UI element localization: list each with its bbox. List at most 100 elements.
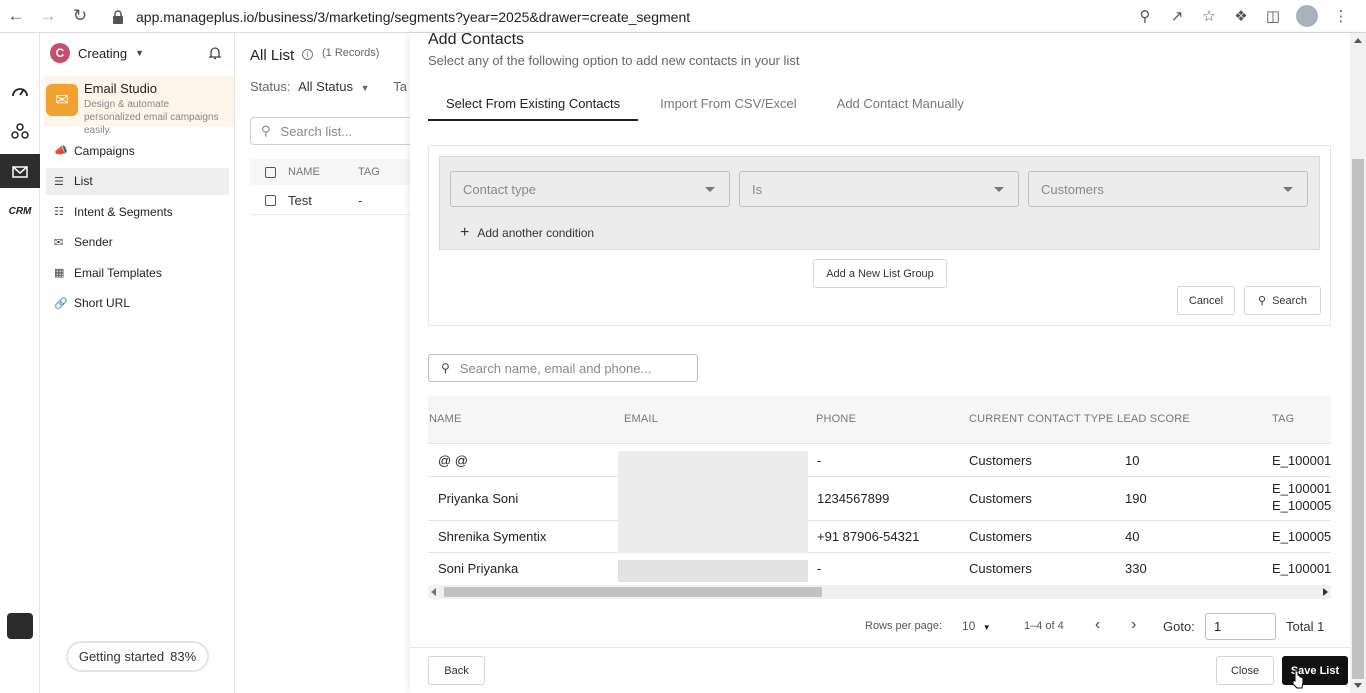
status-filter[interactable]: Status: All Status ▼ Ta <box>250 79 407 94</box>
vertical-scrollbar[interactable] <box>1350 33 1366 693</box>
next-page-icon[interactable]: › <box>1131 616 1136 634</box>
add-contacts-drawer: Add Contacts Select any of the following… <box>410 33 1366 693</box>
cell-name: Soni Priyanka <box>438 561 519 576</box>
profile-avatar[interactable] <box>1296 5 1318 27</box>
sidebar-item-list[interactable]: ☰ List <box>46 167 229 195</box>
sidebar-item-email-templates[interactable]: ▦ Email Templates <box>46 259 229 286</box>
column-tag[interactable]: TAG <box>1272 413 1294 425</box>
scrollbar-thumb[interactable] <box>1352 159 1364 679</box>
getting-started-button[interactable]: Getting started 83% <box>66 641 209 672</box>
browser-toolbar: ← → ↻ app.manageplus.io/business/3/marke… <box>0 0 1366 33</box>
close-button[interactable]: Close <box>1216 656 1274 685</box>
table-row[interactable]: Priyanka Soni 1234567899 Customers 190 E… <box>428 477 1331 521</box>
tag-filter[interactable]: Ta <box>393 79 407 94</box>
caret-down-icon <box>705 187 715 192</box>
rows-per-page-select[interactable]: 10 ▼ <box>962 619 991 633</box>
app-icon-rail: CRM <box>0 33 40 693</box>
workspace-name: Creating <box>78 45 128 61</box>
cell-phone: 1234567899 <box>817 491 890 506</box>
previous-page-icon[interactable]: ‹ <box>1095 616 1100 634</box>
column-name[interactable]: NAME <box>429 413 462 425</box>
select-all-checkbox[interactable] <box>265 166 276 178</box>
extensions-icon[interactable]: ❖ <box>1232 4 1250 28</box>
cell-tag: E_100001, <box>1272 481 1331 496</box>
tab-existing-contacts[interactable]: Select From Existing Contacts <box>428 90 639 121</box>
cell-contact-type: Customers <box>969 491 1032 506</box>
cell-tag-second: E_100005 <box>1272 498 1331 513</box>
reload-icon[interactable]: ↻ <box>64 0 96 32</box>
column-lead-score[interactable]: LEAD SCORE <box>1117 413 1190 425</box>
scroll-down-icon[interactable] <box>1354 683 1362 688</box>
redacted-email <box>618 477 808 521</box>
sidebar-item-label: Short URL <box>74 296 131 310</box>
horizontal-scrollbar[interactable] <box>428 585 1331 599</box>
select-placeholder: Customers <box>1041 181 1104 197</box>
cell-contact-type: Customers <box>969 529 1032 544</box>
sidebar-toggle-icon[interactable]: ◫ <box>1264 4 1282 28</box>
sidebar-item-label: Email Templates <box>74 265 162 280</box>
column-email[interactable]: EMAIL <box>624 413 658 425</box>
status-value: All Status <box>298 79 354 94</box>
dashboard-gauge-icon[interactable] <box>0 74 40 108</box>
tab-add-manually[interactable]: Add Contact Manually <box>815 90 982 121</box>
table-row[interactable]: Soni Priyanka - Customers 330 E_100001, <box>428 553 1331 584</box>
value-select[interactable]: Customers <box>1028 171 1308 207</box>
goto-label: Goto: <box>1163 619 1195 634</box>
add-list-group-button[interactable]: Add a New List Group <box>813 259 947 288</box>
notification-bell-icon[interactable] <box>208 45 222 63</box>
table-row[interactable]: Test - <box>250 187 410 215</box>
back-arrow-icon[interactable]: ← <box>0 0 32 32</box>
row-tag: - <box>358 193 363 208</box>
forward-arrow-icon[interactable]: → <box>32 0 64 32</box>
sidebar-item-short-url[interactable]: 🔗 Short URL <box>46 290 229 317</box>
envelope-icon: ✉ <box>46 84 78 116</box>
filter-box: Contact type Is Customers + Add another … <box>428 145 1331 326</box>
total-pages: Total 1 <box>1286 619 1325 634</box>
column-phone[interactable]: PHONE <box>816 413 856 425</box>
crm-icon[interactable]: CRM <box>0 194 40 228</box>
table-row[interactable]: Shrenika Symentix +91 87906-54321 Custom… <box>428 521 1331 553</box>
user-avatar[interactable] <box>7 613 33 639</box>
cell-name: Shrenika Symentix <box>438 529 547 544</box>
list-table-header: NAME TAG <box>250 159 410 185</box>
browser-menu-icon[interactable]: ⋮ <box>1332 4 1350 28</box>
add-condition-button[interactable]: + Add another condition <box>460 224 594 242</box>
contact-type-select[interactable]: Contact type <box>450 171 730 207</box>
scrollbar-thumb[interactable] <box>444 587 822 597</box>
studio-subtitle: Design & automate personalized email cam… <box>84 99 219 136</box>
address-bar[interactable]: app.manageplus.io/business/3/marketing/s… <box>112 6 690 27</box>
workspace-switcher[interactable]: C Creating ▼ <box>50 43 144 63</box>
network-icon[interactable] <box>0 114 40 148</box>
drawer-footer: Back Close Save List <box>410 647 1366 693</box>
list-search-input[interactable]: ⚲ Search list... <box>250 117 420 145</box>
column-contact-type[interactable]: CURRENT CONTACT TYPE <box>969 413 1113 425</box>
back-button[interactable]: Back <box>428 656 485 685</box>
star-icon[interactable]: ☆ <box>1200 4 1218 28</box>
row-checkbox[interactable] <box>265 195 276 206</box>
operator-select[interactable]: Is <box>739 171 1019 207</box>
select-placeholder: Contact type <box>463 181 536 197</box>
sidebar-item-intent-segments[interactable]: ☷ Intent & Segments <box>46 198 229 225</box>
search-button[interactable]: ⚲ Search <box>1244 286 1321 315</box>
scroll-up-icon[interactable] <box>1354 38 1362 43</box>
email-marketing-icon[interactable] <box>0 154 40 188</box>
sidebar-item-campaigns[interactable]: 📣 Campaigns <box>46 137 229 164</box>
contact-search-input[interactable]: ⚲ Search name, email and phone... <box>428 354 698 382</box>
tab-import-csv[interactable]: Import From CSV/Excel <box>638 90 815 121</box>
cancel-button[interactable]: Cancel <box>1177 286 1235 315</box>
table-row[interactable]: @ @ - Customers 10 E_100001 <box>428 444 1331 477</box>
record-count: (1 Records) <box>322 47 380 59</box>
scroll-right-icon[interactable] <box>1323 588 1328 596</box>
search-icon: ⚲ <box>261 123 271 138</box>
list-icon: ☰ <box>54 175 64 188</box>
cell-lead-score: 40 <box>1125 529 1140 544</box>
cell-phone: - <box>817 453 822 468</box>
scroll-left-icon[interactable] <box>431 588 436 596</box>
sidebar-item-sender[interactable]: ✉ Sender <box>46 229 229 256</box>
share-icon[interactable]: ↗ <box>1168 4 1186 28</box>
cell-tag: E_100005 <box>1272 529 1331 544</box>
redacted-email <box>618 521 808 553</box>
zoom-icon[interactable]: ⚲ <box>1136 4 1154 28</box>
goto-page-input[interactable] <box>1205 613 1276 640</box>
add-condition-label: Add another condition <box>477 226 595 240</box>
